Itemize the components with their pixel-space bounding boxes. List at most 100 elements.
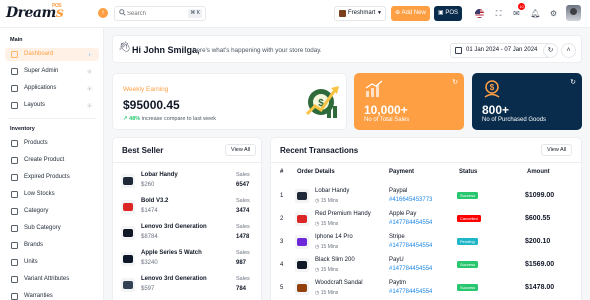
layout-icon — [11, 102, 18, 109]
category-icon — [11, 208, 18, 215]
add-new-button[interactable]: ⊕ Add New — [391, 6, 430, 21]
row-number: 4 — [280, 262, 284, 268]
payment-method: Paytm — [389, 280, 407, 286]
sales-count: 3474 — [236, 208, 250, 214]
sales-count: 784 — [236, 286, 247, 292]
order-name: Iphone 14 Pro — [315, 234, 353, 240]
total-sales-label: No of Total Sales — [364, 117, 410, 123]
product-thumbnail — [121, 174, 135, 188]
bell-icon[interactable]: 🔔︎ — [530, 8, 541, 19]
date-range-picker[interactable]: 01 Jan 2024 - 07 Jan 2024 — [450, 43, 550, 58]
sales-label: Sales — [236, 172, 250, 178]
search-input[interactable] — [127, 8, 185, 19]
settings-gear-icon[interactable]: ⚙ — [548, 8, 559, 19]
subcategory-icon — [11, 225, 18, 232]
best-seller-view-all-button[interactable]: View All — [225, 144, 257, 156]
sidebar-item-dashboard[interactable]: Dashboard › — [5, 48, 99, 61]
fullscreen-icon[interactable]: ⛶ — [493, 8, 504, 19]
row-number: 1 — [280, 193, 284, 199]
weekly-earning-value: $95000.45 — [123, 98, 180, 112]
purchased-goods-value: 800+ — [482, 103, 510, 117]
order-time: ◷ 15 Mins — [315, 244, 339, 250]
top-bar: Dreams POS ‹ ⌘ K Freshmart ▼ ⊕ Add New ▣… — [0, 0, 590, 28]
us-flag-icon[interactable] — [475, 9, 484, 18]
product-name: Lenovo 3rd Generation — [141, 276, 207, 282]
chevron-right-icon: › — [87, 86, 92, 91]
sidebar-item-expired-products[interactable]: Expired Products — [5, 171, 99, 184]
sidebar-item-category[interactable]: Category — [5, 205, 99, 218]
earning-percent: 48% — [129, 116, 141, 122]
units-icon — [11, 259, 18, 266]
trending-down-icon — [11, 191, 18, 198]
amount: $600.55 — [525, 215, 551, 222]
product-name: Apple Series 5 Watch — [141, 250, 202, 256]
sidebar-item-low-stocks[interactable]: Low Stocks — [5, 188, 99, 201]
sidebar-toggle-icon[interactable]: ‹ — [98, 8, 108, 18]
total-sales-value: 10,000+ — [364, 103, 408, 117]
column-header: # — [280, 169, 284, 175]
search-box[interactable]: ⌘ K — [114, 6, 206, 21]
payment-id[interactable]: #147784454554 — [389, 289, 432, 295]
row-number: 3 — [280, 239, 284, 245]
refresh-icon[interactable]: ↻ — [452, 78, 458, 86]
user-avatar[interactable] — [566, 5, 581, 21]
brand-logo[interactable]: Dreams POS — [6, 3, 64, 21]
panel-divider — [113, 162, 263, 163]
store-select[interactable]: Freshmart ▼ — [334, 6, 386, 21]
apps-icon — [11, 85, 18, 92]
sidebar-item-label: Brands — [24, 242, 44, 248]
recent-transactions-panel: Recent Transactions View All # Order Det… — [270, 137, 583, 300]
notification-count-badge: 10 — [518, 3, 525, 10]
earning-compare-text: increase compare to last week — [141, 116, 216, 122]
row-number: 2 — [280, 216, 284, 222]
transactions-title: Recent Transactions — [280, 146, 359, 155]
tag-icon — [11, 242, 18, 249]
table-row[interactable]: 1 Lobar Handy ◷ 15 Mins Paypal #41664545… — [271, 185, 581, 208]
transactions-view-all-button[interactable]: View All — [541, 144, 573, 156]
sidebar-item-layouts[interactable]: Layouts › — [5, 99, 99, 112]
refresh-icon[interactable]: ↻ — [543, 43, 558, 58]
welcome-bar: 👋︎ Hi John Smilga, here's what's happeni… — [112, 35, 582, 63]
product-thumbnail — [295, 235, 309, 249]
table-row[interactable]: 3 Iphone 14 Pro ◷ 15 Mins Stripe #147784… — [271, 231, 581, 254]
sidebar-item-applications[interactable]: Applications › — [5, 82, 99, 95]
search-icon — [119, 9, 126, 16]
amount: $1099.00 — [525, 192, 555, 199]
collapse-up-icon[interactable]: ˄ — [561, 43, 576, 58]
sidebar-item-create-product[interactable]: Create Product — [5, 154, 99, 167]
status-badge: Success — [457, 284, 479, 291]
sidebar-item-label: Expired Products — [24, 174, 70, 180]
table-row[interactable]: 4 Black Slim 200 ◷ 15 Mins PayU #1477844… — [271, 254, 581, 277]
status-badge: Success — [457, 192, 479, 199]
payment-id[interactable]: #147784454554 — [389, 266, 432, 272]
sidebar-item-sub-category[interactable]: Sub Category — [5, 222, 99, 235]
sidebar-item-brands[interactable]: Brands — [5, 239, 99, 252]
product-thumbnail — [295, 212, 309, 226]
sidebar-item-variant-attributes[interactable]: Variant Attributes — [5, 273, 99, 286]
table-row[interactable]: 5 Woodcraft Sandal ◷ 15 Mins Paytm #1477… — [271, 277, 581, 300]
product-price: $597 — [141, 286, 155, 292]
order-time: ◷ 15 Mins — [315, 221, 339, 227]
date-range-text: 01 Jan 2024 - 07 Jan 2024 — [466, 47, 538, 53]
table-row[interactable]: 2 Red Premium Handy ◷ 15 Mins Apple Pay … — [271, 208, 581, 231]
order-name: Red Premium Handy — [315, 211, 371, 217]
column-header: Order Details — [297, 169, 335, 175]
panel-divider — [271, 162, 583, 163]
box-icon — [11, 140, 18, 147]
sidebar-item-label: Units — [24, 259, 38, 265]
sidebar-item-label: Applications — [24, 85, 57, 91]
payment-id[interactable]: #416645453773 — [389, 197, 432, 203]
brand-name: Dream — [6, 5, 56, 21]
refresh-icon[interactable]: ↻ — [570, 78, 576, 86]
purchased-goods-label: No of Purchased Goods — [482, 117, 547, 123]
payment-id[interactable]: #147784454554 — [389, 243, 432, 249]
sidebar-item-units[interactable]: Units — [5, 256, 99, 269]
sidebar-item-super-admin[interactable]: Super Admin › — [5, 65, 99, 78]
amount: $1478.00 — [525, 284, 555, 291]
payment-id[interactable]: #147784454554 — [389, 220, 432, 226]
column-header: Payment — [389, 169, 415, 175]
pos-button[interactable]: ▣ POS — [434, 6, 462, 21]
sidebar-item-warranties[interactable]: Warranties — [5, 290, 99, 300]
sidebar-item-products[interactable]: Products — [5, 137, 99, 150]
calendar-icon — [455, 47, 462, 54]
